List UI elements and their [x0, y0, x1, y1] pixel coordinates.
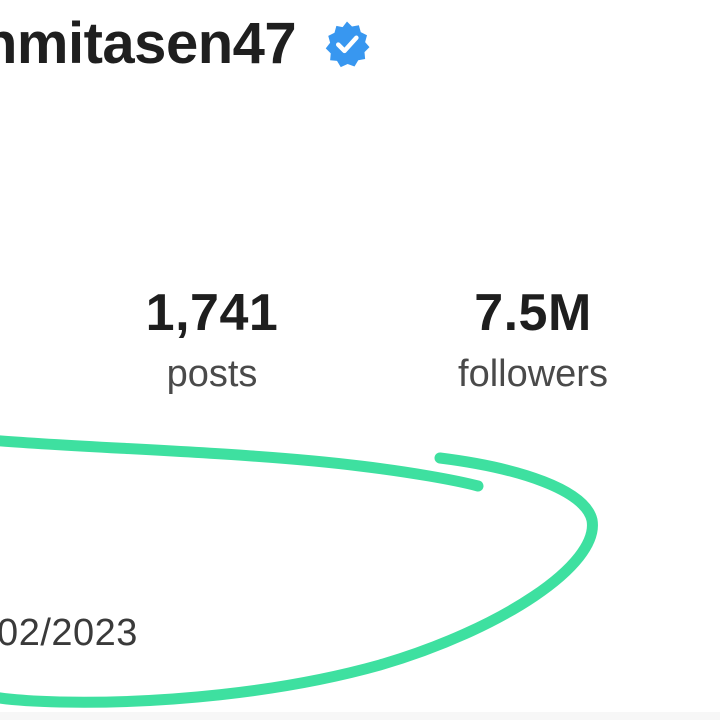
bottom-divider [0, 712, 720, 720]
posts-count: 1,741 [145, 284, 279, 342]
username[interactable]: nmitasen47 [0, 10, 297, 77]
annotation-stroke [0, 435, 484, 492]
annotation-stroke [0, 452, 598, 708]
followers-stat[interactable]: 7.5M followers [430, 287, 636, 393]
followers-count: 7.5M [474, 284, 592, 342]
date-text: /02/2023 [0, 612, 138, 654]
profile-header: nmitasen47 [0, 10, 372, 77]
verified-badge-icon [325, 21, 370, 67]
posts-stat[interactable]: 1,741 posts [132, 287, 292, 393]
posts-label: posts [166, 353, 258, 395]
followers-label: followers [458, 353, 608, 395]
